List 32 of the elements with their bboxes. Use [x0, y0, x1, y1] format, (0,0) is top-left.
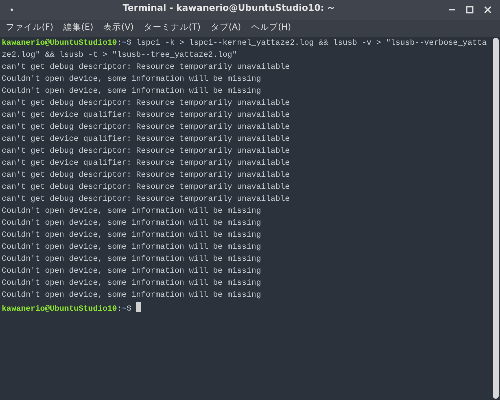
maximize-icon[interactable] — [464, 4, 476, 16]
terminal-area[interactable] — [0, 37, 500, 400]
command-line: kawanerio@UbuntuStudio10:~$ lspci -k > lspci--kernel_yattaze2.log && lsusb -v > "lsusb--verbose_yattaze2.log" && lsusb -t > "lsusb--tree_yattaze2.log" — [2, 39, 487, 60]
output-line: Couldn't open device, some information will be missing — [2, 86, 262, 98]
menu-item[interactable]: 編集(E) — [64, 22, 94, 35]
output-line: Couldn't open device, some information will be missing — [2, 266, 262, 278]
menu-item[interactable]: タブ(A) — [210, 22, 242, 35]
output-line: can't get debug descriptor: Resource temporarily unavailable — [2, 146, 292, 158]
output-line: can't get debug descriptor: Resource temporarily unavailable — [2, 122, 292, 134]
output-line: Couldn't open device, some information will be missing — [2, 254, 262, 266]
menu-item[interactable]: ファイル(F) — [6, 22, 54, 35]
output-line: can't get device qualifier: Resource temporarily unavailable — [2, 158, 292, 170]
close-icon[interactable] — [482, 4, 494, 16]
output-line: can't get debug descriptor: Resource temporarily unavailable — [2, 62, 292, 74]
window-title: Terminal - kawanerio@UbuntuStudio10: ~ — [122, 3, 336, 16]
output-line: Couldn't open device, some information will be missing — [2, 218, 262, 230]
output-line: can't get debug descriptor: Resource temporarily unavailable — [2, 182, 292, 194]
output-line: can't get debug descriptor: Resource temporarily unavailable — [2, 98, 292, 110]
output-line: Couldn't open device, some information will be missing — [2, 242, 262, 254]
output-line: Couldn't open device, some information will be missing — [2, 278, 262, 290]
output-line: can't get device qualifier: Resource temporarily unavailable — [2, 134, 292, 146]
output-line: can't get debug descriptor: Resource temporarily unavailable — [2, 170, 292, 182]
output-line: Couldn't open device, some information will be missing — [2, 206, 262, 218]
output-line: can't get debug descriptor: Resource temporarily unavailable — [2, 194, 292, 206]
menu-item[interactable]: ヘルプ(H) — [251, 22, 292, 35]
output-line: Couldn't open device, some information will be missing — [2, 230, 262, 242]
output-line: Couldn't open device, some information will be missing — [2, 74, 262, 86]
menu-item[interactable]: 表示(V) — [104, 22, 134, 35]
output-line: Couldn't open device, some information will be missing — [2, 290, 262, 302]
menu-item[interactable]: ターミナル(T) — [144, 22, 201, 35]
output-line: can't get device qualifier: Resource temporarily unavailable — [2, 110, 292, 122]
shell-prompt: kawanerio@UbuntuStudio10:~$ — [2, 305, 132, 314]
